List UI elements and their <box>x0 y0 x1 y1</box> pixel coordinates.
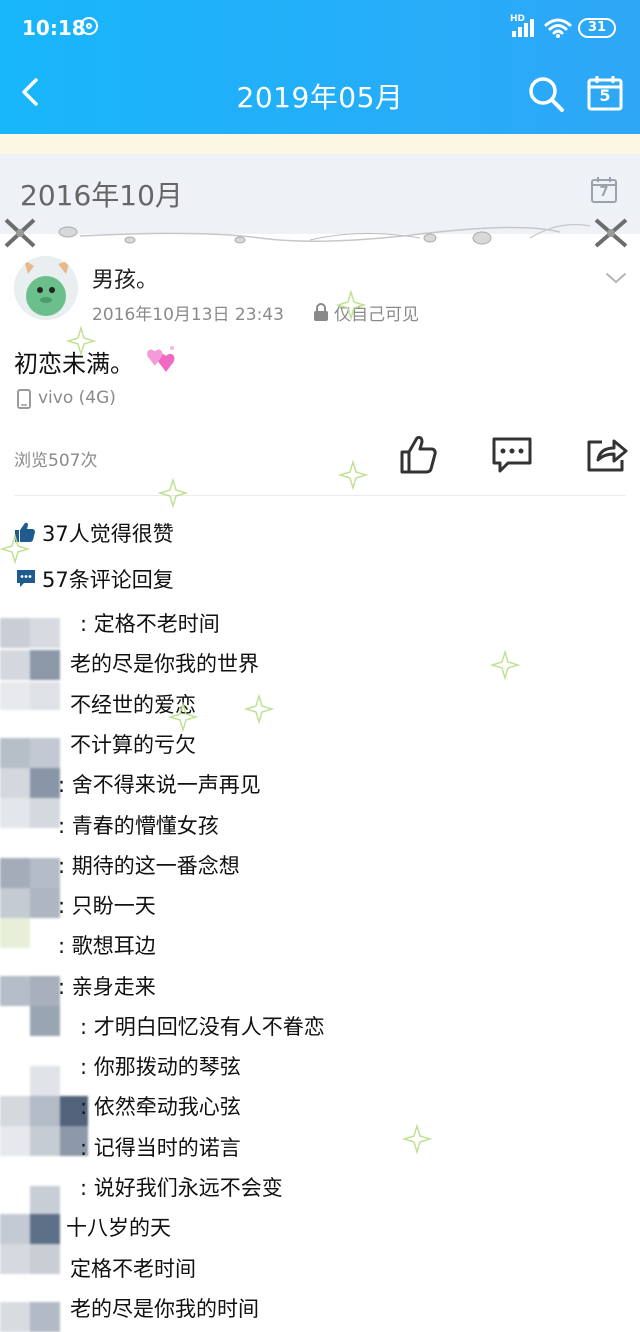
notification-icon <box>80 17 98 35</box>
comment-line[interactable]: : 定格不老时间 <box>80 609 220 639</box>
cream-strip <box>0 134 640 154</box>
decorative-border <box>4 218 628 248</box>
device-label: vivo (4G) <box>38 388 116 408</box>
comments-count[interactable]: 57条评论回复 <box>42 564 174 594</box>
comment-line[interactable]: : 你那拨动的琴弦 <box>80 1052 241 1082</box>
comment-line[interactable]: : 才明白回忆没有人不眷恋 <box>80 1012 325 1042</box>
month-calendar-day: 7 <box>599 185 609 200</box>
sparkle-icon <box>66 326 96 356</box>
chevron-down-icon[interactable] <box>604 268 628 288</box>
comment-line[interactable]: : 歌想耳边 <box>58 931 156 961</box>
divider <box>14 495 626 496</box>
comment-line[interactable]: : 亲身走来 <box>58 972 156 1002</box>
sparkle-icon <box>244 694 274 724</box>
phone-icon <box>17 389 31 409</box>
sparkle-icon <box>158 478 188 508</box>
comment-line[interactable]: 老的尽是你我的世界 <box>70 649 259 679</box>
sparkle-icon <box>336 290 366 320</box>
comment-bubble-icon <box>17 570 35 587</box>
comment-line[interactable]: 十八岁的天 <box>66 1213 171 1243</box>
like-icon[interactable] <box>396 432 440 476</box>
sparkle-icon <box>490 650 520 680</box>
comment-line[interactable]: : 依然牵动我心弦 <box>80 1092 241 1122</box>
comment-line[interactable]: : 舍不得来说一声再见 <box>58 770 261 800</box>
comment-line[interactable]: : 记得当时的诺言 <box>80 1133 241 1163</box>
sparkle-icon <box>0 534 30 564</box>
view-count: 浏览507次 <box>14 451 98 471</box>
status-time: 10:18 <box>22 16 86 40</box>
signal-icon <box>512 19 536 37</box>
post-time: 2016年10月13日 23:43 <box>92 305 284 325</box>
author-name[interactable]: 男孩。 <box>92 262 158 294</box>
calendar-icon[interactable]: 5 <box>586 74 624 112</box>
search-icon[interactable] <box>526 74 566 114</box>
month-calendar-icon[interactable]: 7 <box>590 176 618 204</box>
likes-count[interactable]: 37人觉得很赞 <box>42 518 174 548</box>
comment-line[interactable]: : 说好我们永远不会变 <box>80 1173 283 1203</box>
avatar[interactable] <box>14 256 78 320</box>
battery-icon: 31 <box>578 18 616 38</box>
comment-line[interactable]: : 青春的懵懂女孩 <box>58 811 219 841</box>
comment-line[interactable]: : 期待的这一番念想 <box>58 851 240 881</box>
sparkle-icon <box>168 702 198 732</box>
comment-line[interactable]: 老的尽是你我的时间 <box>70 1294 259 1324</box>
comment-line[interactable]: : 只盼一天 <box>58 891 156 921</box>
wifi-icon <box>544 18 572 38</box>
sparkling-heart-icon <box>147 346 175 372</box>
comment-icon[interactable] <box>490 434 534 476</box>
lock-icon <box>314 303 328 321</box>
comment-line[interactable]: 不计算的亏欠 <box>70 730 196 760</box>
comment-line[interactable]: 定格不老时间 <box>70 1254 196 1284</box>
sparkle-icon <box>338 460 368 490</box>
sparkle-icon <box>402 1124 432 1154</box>
share-icon[interactable] <box>584 432 630 476</box>
calendar-day: 5 <box>599 86 611 105</box>
status-bar: 10:18 HD 31 <box>0 0 640 56</box>
nav-bar: 2019年05月 5 <box>0 60 640 126</box>
